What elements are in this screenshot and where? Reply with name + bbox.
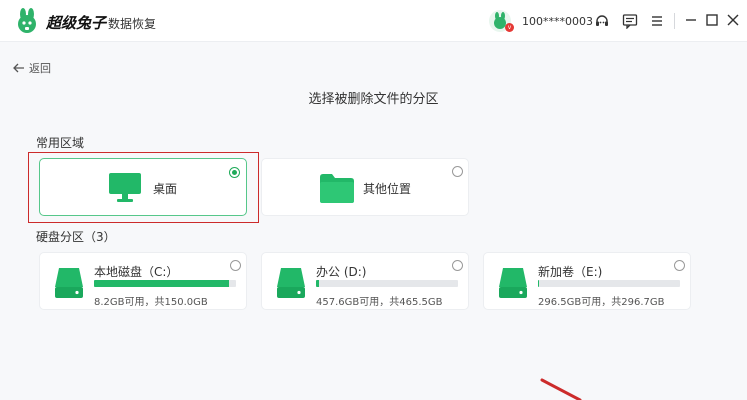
arrow-left-icon [13, 63, 24, 73]
toolbar-divider [674, 13, 675, 29]
folder-icon [320, 174, 354, 203]
radio-disk-e[interactable] [674, 260, 685, 271]
disks-section-title: 硬盘分区（3） [36, 230, 116, 244]
feedback-icon[interactable] [622, 13, 638, 29]
disk-usage-bar-d [316, 280, 458, 287]
app-subtitle: 数据恢复 [108, 17, 157, 31]
common-section-title: 常用区域 [36, 136, 85, 150]
disk-card-c[interactable]: 本地磁盘（C:） 8.2GB可用，共150.0GB [39, 252, 247, 310]
title-bar: 超级兔子 数据恢复 v 100****0003 [0, 0, 747, 42]
disk-size-d: 457.6GB可用，共465.5GB [316, 297, 443, 308]
radio-disk-d[interactable] [452, 260, 463, 271]
annotation-arrow [540, 378, 582, 400]
app-brand: 超级兔子 [46, 14, 107, 32]
selection-highlight [28, 152, 259, 223]
drive-icon [499, 268, 527, 298]
menu-icon[interactable] [649, 13, 665, 29]
disk-name-e: 新加卷（E:) [538, 265, 603, 279]
vip-badge: v [505, 23, 514, 32]
radio-other[interactable] [452, 166, 463, 177]
drive-icon [277, 268, 305, 298]
location-card-other[interactable]: 其他位置 [261, 158, 469, 216]
location-label-other: 其他位置 [363, 182, 412, 196]
disk-usage-bar-c [94, 280, 236, 287]
disk-card-d[interactable]: 办公 (D:) 457.6GB可用，共465.5GB [261, 252, 469, 310]
radio-disk-c[interactable] [230, 260, 241, 271]
disk-size-e: 296.5GB可用，共296.7GB [538, 297, 665, 308]
minimize-icon[interactable] [682, 11, 700, 29]
disk-name-d: 办公 (D:) [316, 265, 367, 279]
maximize-icon[interactable] [703, 11, 721, 29]
back-button[interactable]: 返回 [13, 60, 51, 76]
rabbit-logo-icon [18, 8, 36, 33]
disk-size-c: 8.2GB可用，共150.0GB [94, 297, 208, 308]
page-title: 选择被删除文件的分区 [308, 92, 439, 107]
disk-card-e[interactable]: 新加卷（E:) 296.5GB可用，共296.7GB [483, 252, 691, 310]
back-label: 返回 [29, 62, 51, 75]
account-id[interactable]: 100****0003 [522, 15, 593, 28]
drive-icon [55, 268, 83, 298]
app-title: 超级兔子 数据恢复 [46, 12, 156, 33]
disk-usage-bar-e [538, 280, 680, 287]
headset-support-icon[interactable] [594, 13, 610, 29]
close-icon[interactable] [724, 11, 742, 29]
disk-name-c: 本地磁盘（C:） [94, 265, 179, 279]
